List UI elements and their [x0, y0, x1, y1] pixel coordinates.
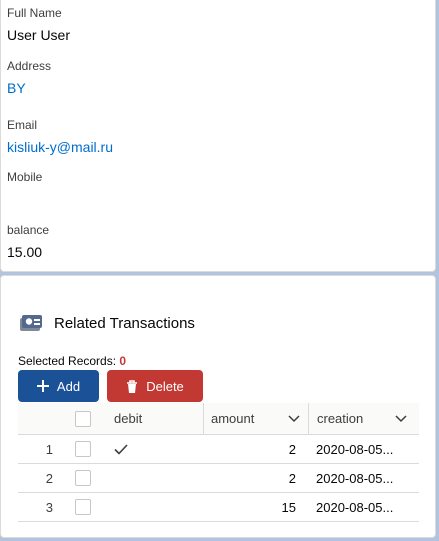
- table-row: 3 15 2020-08-05...: [18, 493, 419, 522]
- add-button[interactable]: Add: [18, 370, 99, 402]
- mobile-label: Mobile: [7, 170, 43, 184]
- selected-records-count: 0: [119, 354, 127, 368]
- field-email: Email kisliuk-y@mail.ru: [7, 118, 113, 156]
- add-button-label: Add: [56, 378, 81, 394]
- address-label: Address: [7, 59, 52, 73]
- row-checkbox[interactable]: [74, 499, 91, 515]
- row-checkbox[interactable]: [74, 441, 91, 457]
- checkmark-icon: [114, 443, 128, 455]
- creation-cell: 2020-08-05...: [316, 499, 394, 515]
- transactions-table: debit amount creation 1 2 2020-08-05... …: [18, 403, 419, 522]
- row-checkbox-cell: [58, 464, 107, 492]
- record-detail-card: Full Name User User Address BY Email kis…: [0, 0, 436, 272]
- debit-cell: [107, 464, 203, 492]
- chevron-down-icon[interactable]: [395, 414, 407, 423]
- trash-icon: [126, 379, 138, 393]
- table-header: debit amount creation: [18, 403, 419, 435]
- row-number: 1: [45, 441, 53, 457]
- select-all-checkbox-cell: [58, 403, 107, 434]
- plus-icon: [36, 380, 49, 392]
- row-number: 3: [45, 499, 53, 515]
- selected-records: Selected Records: 0: [18, 354, 126, 368]
- column-header-creation[interactable]: creation: [308, 403, 419, 434]
- amount-cell: 2: [288, 441, 296, 457]
- debit-cell: [107, 493, 203, 521]
- creation-cell: 2020-08-05...: [316, 441, 394, 457]
- field-balance: balance 15.00: [7, 223, 49, 261]
- row-checkbox[interactable]: [74, 470, 91, 486]
- related-transactions-card: Related Transactions Selected Records: 0…: [0, 275, 436, 538]
- debit-cell: [107, 435, 203, 463]
- column-header-amount-label: amount: [211, 411, 255, 426]
- address-link[interactable]: BY: [7, 79, 51, 97]
- email-link[interactable]: kisliuk-y@mail.ru: [7, 138, 113, 156]
- balance-value: 15.00: [7, 244, 43, 260]
- field-mobile: Mobile: [7, 170, 42, 190]
- select-all-checkbox[interactable]: [74, 410, 91, 427]
- table-row: 1 2 2020-08-05...: [18, 435, 419, 464]
- transactions-icon: [20, 315, 42, 331]
- creation-cell: 2020-08-05...: [316, 470, 394, 486]
- column-header-creation-label: creation: [317, 411, 364, 426]
- row-checkbox-cell: [58, 493, 107, 521]
- balance-label: balance: [7, 223, 50, 237]
- table-row: 2 2 2020-08-05...: [18, 464, 419, 493]
- related-title[interactable]: Related Transactions: [54, 315, 195, 332]
- row-checkbox-cell: [58, 435, 107, 463]
- column-header-amount[interactable]: amount: [203, 403, 308, 434]
- amount-cell: 15: [281, 499, 296, 515]
- amount-cell: 2: [288, 470, 296, 486]
- field-address: Address BY: [7, 59, 51, 97]
- chevron-down-icon[interactable]: [288, 414, 300, 423]
- selected-records-label: Selected Records:: [18, 354, 117, 368]
- column-header-debit[interactable]: debit: [107, 403, 203, 434]
- row-number-header: [18, 403, 58, 434]
- full-name-value: User User: [7, 27, 71, 43]
- delete-button-label: Delete: [146, 378, 184, 394]
- full-name-label: Full Name: [7, 6, 62, 20]
- column-header-debit-label: debit: [114, 411, 143, 426]
- related-header: Related Transactions: [19, 313, 195, 333]
- delete-button[interactable]: Delete: [107, 370, 203, 402]
- row-number: 2: [45, 470, 53, 486]
- field-full-name: Full Name User User: [7, 6, 70, 44]
- email-label: Email: [7, 118, 38, 132]
